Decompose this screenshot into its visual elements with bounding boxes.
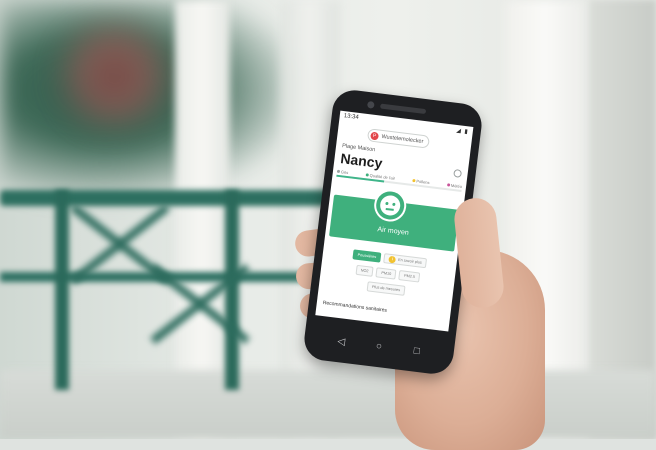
face-mouth xyxy=(385,207,394,211)
chip-pm25[interactable]: PM2.5 xyxy=(398,270,421,283)
chip-label: Plus de mesures xyxy=(371,284,401,293)
chip-dust[interactable]: Poussières xyxy=(352,249,382,263)
earpiece-speaker xyxy=(379,103,427,115)
chip-learn-more[interactable]: i En savoir plus xyxy=(383,253,428,269)
settings-icon[interactable] xyxy=(453,168,463,178)
front-camera xyxy=(366,100,375,109)
tab-dot-icon xyxy=(412,179,416,183)
signal-battery-icon: ◢ ▮ xyxy=(455,127,470,136)
brand-label: Wustelemolecker xyxy=(381,133,424,145)
face-eye xyxy=(385,201,389,206)
chip-more-measures[interactable]: Plus de mesures xyxy=(366,281,406,296)
face-eye xyxy=(392,202,396,207)
railing-post xyxy=(225,190,239,390)
measure-chips: Poussières i En savoir plus NO2 PM10 PM2… xyxy=(324,246,451,306)
tab-dot-icon xyxy=(336,169,341,174)
chip-label: PM2.5 xyxy=(403,273,416,280)
chip-pm10[interactable]: PM10 xyxy=(375,267,397,280)
background-flowers xyxy=(40,20,190,130)
info-icon: i xyxy=(388,255,397,264)
railing-post xyxy=(55,190,69,390)
tab-label: Gris xyxy=(340,169,349,176)
chip-no2[interactable]: NO2 xyxy=(355,264,375,277)
tab-dot-icon xyxy=(446,183,451,187)
brand-logo-icon: P xyxy=(370,131,380,140)
chip-label: Poussières xyxy=(357,252,377,260)
user-name: Nancy xyxy=(339,150,384,172)
recents-icon[interactable]: □ xyxy=(409,345,424,358)
home-icon[interactable]: ○ xyxy=(371,341,386,353)
back-icon[interactable]: ◁ xyxy=(334,336,349,349)
tab-dot-icon xyxy=(365,173,369,177)
neutral-face-icon xyxy=(379,194,402,217)
chip-label: En savoir plus xyxy=(397,257,423,265)
clock: 13:34 xyxy=(343,113,360,121)
background-floor xyxy=(0,370,656,439)
phone-screen: 13:34 ◢ ▮ P Wustelemolecker Plage Maison… xyxy=(315,110,474,332)
health-recommendations-heading: Recommandations sanitaires xyxy=(322,299,388,314)
chip-label: NO2 xyxy=(360,268,369,274)
chip-label: PM10 xyxy=(381,270,392,277)
